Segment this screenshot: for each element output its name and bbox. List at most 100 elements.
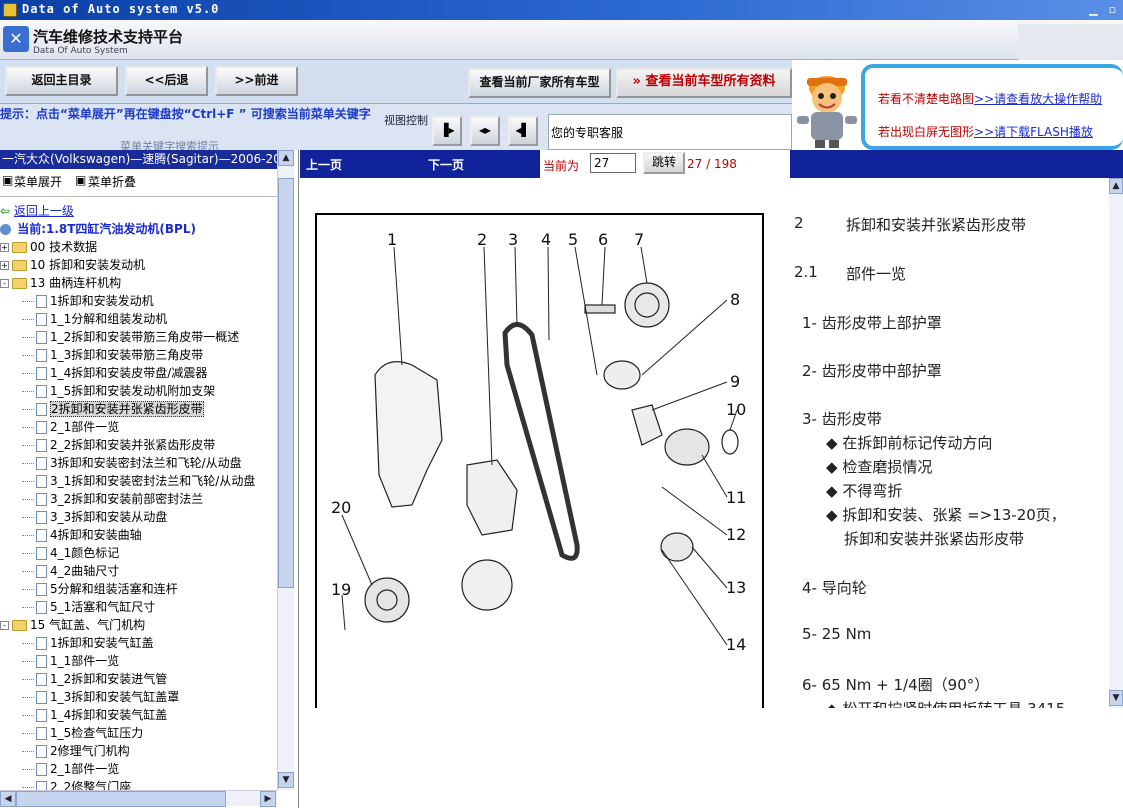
view-right-pane-button[interactable]: ◂▌ — [508, 116, 538, 146]
item-4: 4- 导向轮 — [802, 579, 867, 597]
current-page-label: 当前为 — [543, 159, 580, 173]
scroll-thumb[interactable] — [278, 178, 294, 588]
tree-doc-item[interactable]: 5_1活塞和气缸尺寸 — [22, 598, 155, 616]
tree-connector — [22, 679, 34, 680]
menu-expand-link[interactable]: 菜单展开 — [14, 173, 62, 190]
expand-plus-icon[interactable]: + — [0, 261, 9, 270]
all-data-button[interactable]: » 查看当前车型所有资料 — [616, 68, 792, 98]
diamond-icon: ◆ — [826, 458, 843, 476]
doc-scroll-up-icon[interactable]: ▲ — [1109, 178, 1123, 194]
scroll-down-icon[interactable]: ▼ — [278, 772, 294, 788]
folder-icon — [12, 620, 27, 631]
scroll-up-icon[interactable]: ▲ — [278, 150, 294, 166]
upper-cover-shape — [374, 361, 443, 508]
exploded-view-drawing: 1 2 3 4 5 6 7 8 9 10 11 12 13 14 19 20 — [331, 230, 746, 654]
tree-folder[interactable]: +00 技术数据 — [0, 238, 97, 256]
breadcrumb: 一汽大众(Volkswagen)—速腾(Sagitar)—2006-20 — [0, 150, 277, 169]
page-input[interactable]: 27 — [590, 153, 636, 173]
expand-icon: ▣ — [2, 173, 14, 187]
menu-vertical-scrollbar[interactable]: ▲ ▼ — [277, 150, 294, 790]
tree-connector — [22, 517, 34, 518]
tree-doc-item[interactable]: 1_1分解和组装发动机 — [22, 310, 167, 328]
tree-folder[interactable]: +10 拆卸和安装发动机 — [0, 256, 145, 274]
tree-doc-item[interactable]: 1_1部件一览 — [22, 652, 119, 670]
tree-back-link[interactable]: ⇦ 返回上一级 — [0, 202, 74, 220]
leader-2 — [483, 246, 493, 466]
minimize-icon[interactable]: ▁ — [1085, 3, 1102, 17]
crank-gear-shape — [461, 559, 513, 611]
scroll-left-icon[interactable]: ◀ — [0, 791, 16, 807]
home-button[interactable]: 返回主目录 — [5, 66, 118, 96]
doc-scroll-down-icon[interactable]: ▼ — [1109, 690, 1123, 706]
idler-shape — [660, 532, 694, 562]
collapse-minus-icon[interactable]: - — [0, 279, 9, 288]
tree-doc-item[interactable]: 2拆卸和安装并张紧齿形皮带 — [22, 400, 204, 418]
tree-doc-item[interactable]: 4_1颜色标记 — [22, 544, 119, 562]
o-ring-shape — [721, 429, 739, 455]
tree-doc-item[interactable]: 3_1拆卸和安装密封法兰和飞轮/从动盘 — [22, 472, 255, 490]
tree-doc-item[interactable]: 1拆卸和安装发动机 — [22, 292, 154, 310]
tree-connector — [22, 733, 34, 734]
tree-doc-item[interactable]: 1_4拆卸和安装皮带盘/减震器 — [22, 364, 207, 382]
tree-folder[interactable]: - 15 气缸盖、气门机构 — [0, 616, 145, 634]
tree-doc-item[interactable]: 4_2曲轴尺寸 — [22, 562, 119, 580]
hscroll-thumb[interactable] — [16, 791, 226, 807]
document-scrollbar[interactable]: ▲ ▼ — [1109, 178, 1123, 708]
tree-doc-item[interactable]: 1_3拆卸和安装带筋三角皮带 — [22, 346, 203, 364]
diamond-icon: ◆ — [826, 434, 843, 452]
tree-connector — [22, 445, 34, 446]
zoom-help-link[interactable]: >>请查看放大操作帮助 — [974, 92, 1102, 106]
view-split-button[interactable]: ◂▸ — [470, 116, 500, 146]
tree-doc-item[interactable]: 3_2拆卸和安装前部密封法兰 — [22, 490, 203, 508]
back-button[interactable]: <<后退 — [125, 66, 208, 96]
tree-item-label: 3拆卸和安装密封法兰和飞轮/从动盘 — [50, 456, 242, 470]
tree-connector — [22, 355, 34, 356]
tree-doc-item[interactable]: 1_2拆卸和安装进气管 — [22, 670, 167, 688]
tree-item-label: 2修理气门机构 — [50, 744, 130, 758]
all-models-button[interactable]: 查看当前厂家所有车型 — [468, 68, 611, 98]
item-5: 5- 25 Nm — [802, 625, 872, 643]
tree-doc-item[interactable]: 1_3拆卸和安装气缸盖罩 — [22, 688, 179, 706]
expand-plus-icon[interactable]: + — [0, 243, 9, 252]
tree-doc-item[interactable]: 2_1部件一览 — [22, 760, 119, 778]
tree-item-label: 3_3拆卸和安装从动盘 — [50, 510, 168, 524]
menu-collapse-link[interactable]: 菜单折叠 — [88, 173, 136, 190]
jump-button[interactable]: 跳转 — [643, 152, 685, 174]
collapse-minus-icon[interactable]: - — [0, 621, 9, 630]
tree-doc-item[interactable]: 1_2拆卸和安装带筋三角皮带一概述 — [22, 328, 239, 346]
leader-20 — [341, 514, 373, 586]
cam-gear-shape — [624, 282, 670, 328]
tree-doc-item[interactable]: 1拆卸和安装气缸盖 — [22, 634, 154, 652]
maximize-icon[interactable]: ▫ — [1104, 3, 1121, 17]
tree-doc-item[interactable]: 5分解和组装活塞和连杆 — [22, 580, 178, 598]
tree-doc-item[interactable]: 3_3拆卸和安装从动盘 — [22, 508, 167, 526]
scroll-right-icon[interactable]: ▶ — [260, 791, 276, 807]
document-icon — [36, 457, 47, 470]
tree-item-label: 4_1颜色标记 — [50, 546, 120, 560]
view-left-pane-button[interactable]: ▐▸ — [432, 116, 462, 146]
tree-connector — [22, 715, 34, 716]
next-page-link[interactable]: 下一页 — [428, 156, 464, 173]
forward-button[interactable]: >>前进 — [215, 66, 298, 96]
tree-doc-item[interactable]: 4拆卸和安装曲轴 — [22, 526, 142, 544]
customer-service-box[interactable]: 您的专职客服 — [548, 114, 792, 150]
tree-doc-item[interactable]: 2修理气门机构 — [22, 742, 130, 760]
document-icon — [36, 385, 47, 398]
menu-horizontal-scrollbar[interactable]: ◀ ▶ — [0, 790, 277, 807]
tree-doc-item[interactable]: 2_1部件一览 — [22, 418, 119, 436]
tree-doc-item[interactable]: 1_4拆卸和安装气缸盖 — [22, 706, 167, 724]
tree-doc-item[interactable]: 2_2拆卸和安装并张紧齿形皮带 — [22, 436, 215, 454]
document-icon — [36, 475, 47, 488]
document-icon — [36, 529, 47, 542]
tree-doc-item[interactable]: 3拆卸和安装密封法兰和飞轮/从动盘 — [22, 454, 242, 472]
prev-page-link[interactable]: 上一页 — [306, 156, 342, 173]
tree-connector — [22, 373, 34, 374]
flash-download-link[interactable]: >>请下载FLASH播放 — [974, 125, 1093, 139]
tree-folder[interactable]: - 13 曲柄连杆机构 — [0, 274, 121, 292]
document-icon — [36, 763, 47, 776]
document-icon — [36, 709, 47, 722]
tree-doc-item[interactable]: 1_5检查气缸压力 — [22, 724, 143, 742]
tree-connector — [22, 319, 34, 320]
tree-doc-item[interactable]: 1_5拆卸和安装发动机附加支架 — [22, 382, 215, 400]
back-arrow-icon: ⇦ — [0, 204, 11, 218]
